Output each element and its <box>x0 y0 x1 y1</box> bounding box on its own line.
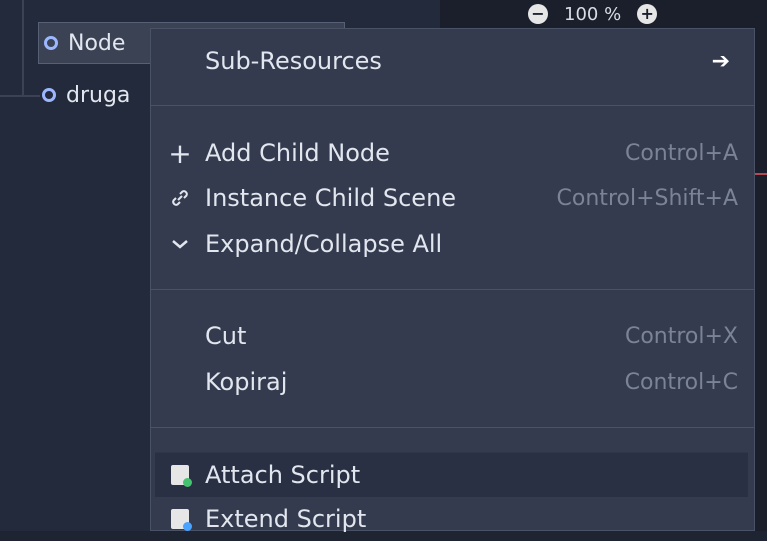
chevron-down-icon <box>155 238 205 250</box>
menu-item-shortcut: Control+Shift+A <box>556 185 738 211</box>
menu-item-label: Expand/Collapse All <box>205 230 443 258</box>
tree-connector-line <box>0 95 40 97</box>
menu-item-label: Sub-Resources <box>205 47 382 75</box>
menu-item-shortcut: Control+X <box>624 323 738 349</box>
menu-item-label: Add Child Node <box>205 139 390 167</box>
menu-item-instance-child-scene[interactable]: Instance Child Scene Control+Shift+A <box>155 176 748 220</box>
menu-item-label: Attach Script <box>205 461 361 489</box>
menu-item-cut[interactable]: Cut Control+X <box>155 314 748 358</box>
menu-item-label: Kopiraj <box>205 368 288 396</box>
menu-item-extend-script[interactable]: Extend Script <box>155 497 748 541</box>
zoom-out-icon[interactable]: − <box>528 4 548 24</box>
tree-item-label: Node <box>68 30 126 56</box>
plus-icon: + <box>168 136 192 170</box>
menu-separator <box>151 105 754 106</box>
extend-script-icon <box>155 509 205 531</box>
menu-item-label: Instance Child Scene <box>205 184 457 212</box>
viewport-guide-line <box>755 173 767 175</box>
attach-script-icon <box>155 465 205 487</box>
node-circle-icon <box>44 36 58 50</box>
node-circle-icon <box>42 88 56 102</box>
menu-item-shortcut: Control+A <box>624 140 738 166</box>
arrow-right-icon: ➔ <box>711 48 730 74</box>
menu-item-expand-collapse-all[interactable]: Expand/Collapse All <box>155 222 748 266</box>
menu-separator <box>151 289 754 290</box>
menu-item-label: Extend Script <box>205 505 367 533</box>
tree-connector-line <box>22 0 24 95</box>
context-menu: Sub-Resources ➔ + Add Child Node Control… <box>150 28 755 533</box>
menu-item-sub-resources[interactable]: Sub-Resources ➔ <box>155 39 748 83</box>
menu-item-label: Cut <box>205 322 247 350</box>
zoom-controls: − 100 % + <box>500 0 767 28</box>
menu-separator <box>151 427 754 428</box>
menu-item-shortcut: Control+C <box>624 369 738 395</box>
zoom-in-icon[interactable]: + <box>637 4 658 24</box>
menu-item-kopiraj[interactable]: Kopiraj Control+C <box>155 360 748 404</box>
link-icon <box>155 188 205 208</box>
tree-item-label: druga <box>66 82 131 108</box>
menu-item-attach-script[interactable]: Attach Script <box>155 452 748 497</box>
zoom-level[interactable]: 100 % <box>564 4 621 25</box>
menu-item-add-child-node[interactable]: + Add Child Node Control+A <box>155 131 748 175</box>
